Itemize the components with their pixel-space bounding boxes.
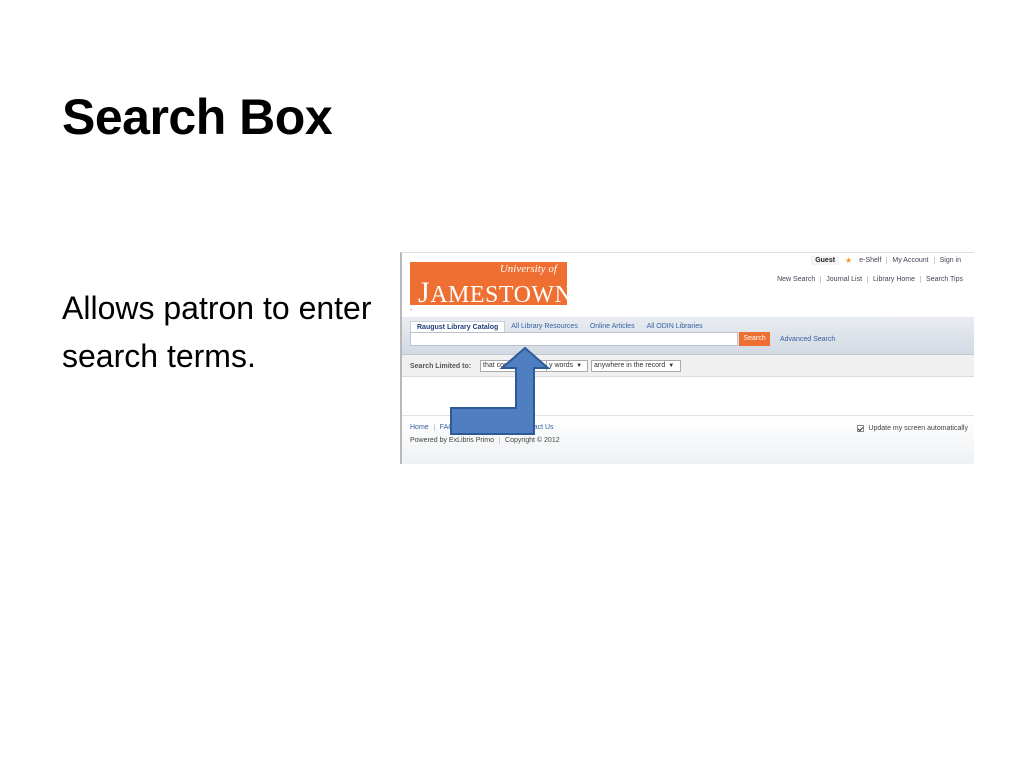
dash-text: -: [410, 305, 413, 314]
my-account-link[interactable]: My Account: [886, 257, 933, 264]
eshelf-link[interactable]: e-Shelf: [854, 257, 886, 264]
search-input[interactable]: [410, 332, 738, 346]
logo-jamestown: JAMESTOWN: [418, 276, 573, 309]
star-icon: ★: [845, 256, 853, 265]
chevron-down-icon: ▼: [576, 363, 583, 369]
up-arrow-callout-icon: [450, 346, 551, 435]
top-user-bar: Guest ★ e-Shelf My Account Sign in: [811, 256, 966, 265]
footer-home-link[interactable]: Home: [410, 424, 434, 431]
library-home-link[interactable]: Library Home: [867, 276, 920, 283]
search-button[interactable]: Search: [739, 332, 770, 346]
powered-by: Powered by ExLibris Primo Copyright © 20…: [410, 437, 565, 444]
slide-title: Search Box: [62, 89, 333, 145]
slide-body-text: Allows patron to enter search terms.: [62, 290, 372, 374]
auto-update-label: Update my screen automatically: [868, 425, 968, 432]
auto-update-checkbox[interactable]: [857, 425, 865, 432]
university-logo[interactable]: University of JAMESTOWN: [410, 262, 572, 309]
new-search-link[interactable]: New Search: [772, 276, 820, 283]
auto-update-option[interactable]: Update my screen automatically: [857, 425, 968, 432]
journal-list-link[interactable]: Journal List: [820, 276, 867, 283]
advanced-search-link[interactable]: Advanced Search: [780, 336, 835, 343]
search-tips-link[interactable]: Search Tips: [920, 276, 968, 283]
field-select[interactable]: anywhere in the record ▼: [591, 360, 681, 372]
copyright-text: Copyright © 2012: [499, 437, 565, 444]
chevron-down-icon: ▼: [668, 363, 675, 369]
powered-by-text: Powered by ExLibris Primo: [410, 437, 495, 444]
logo-university-of: University of: [499, 263, 557, 275]
sign-in-link[interactable]: Sign in: [933, 257, 966, 264]
guest-label: Guest: [811, 256, 840, 265]
nav-links: New Search Journal List Library Home Sea…: [772, 276, 968, 283]
